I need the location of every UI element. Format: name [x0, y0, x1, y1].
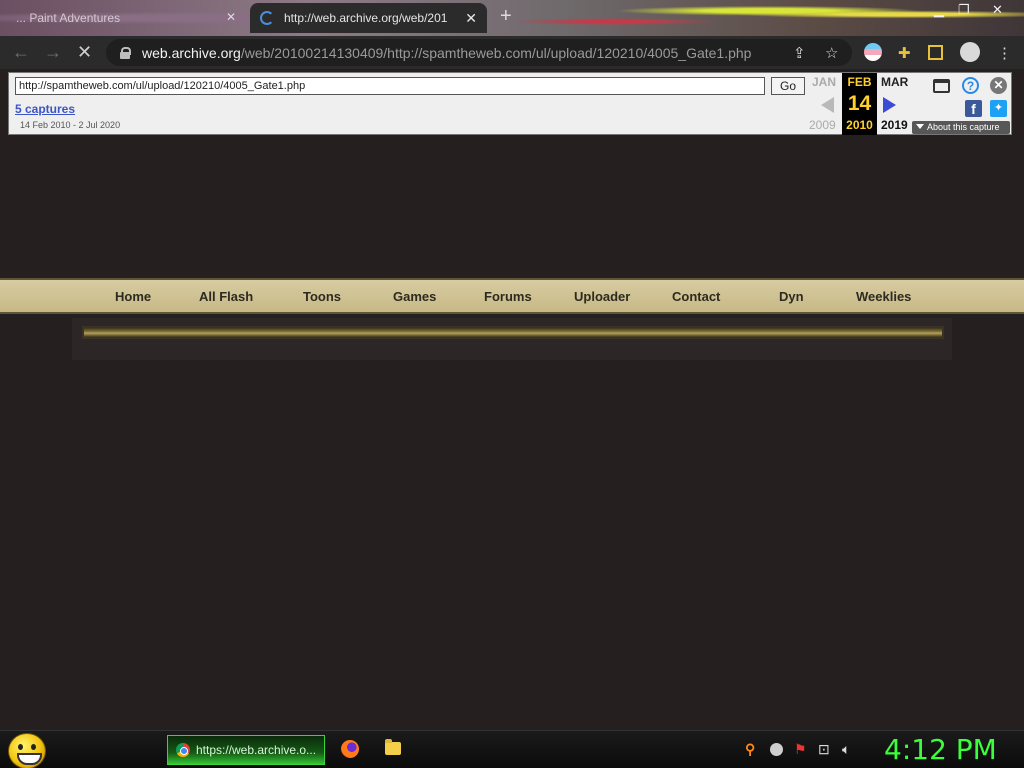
current-capture-date: FEB 14 2010 — [842, 73, 877, 135]
sidebar-icon[interactable] — [928, 45, 943, 60]
tab-title: http://web.archive.org/web/201 — [284, 11, 448, 25]
kebab-menu-icon[interactable]: ⋮ — [997, 44, 1012, 62]
about-capture-button[interactable]: About this capture — [912, 121, 1010, 134]
folder-icon[interactable] — [385, 739, 401, 755]
taskbar-clock[interactable]: 4:12 PM — [884, 733, 997, 766]
current-day: 14 — [847, 92, 872, 115]
stop-loading-icon[interactable]: ✕ — [77, 42, 92, 63]
tab-close-icon[interactable]: ✕ — [465, 10, 477, 27]
back-arrow-icon[interactable]: ← — [12, 42, 30, 63]
site-nav-bar: Home All Flash Toons Games Forums Upload… — [0, 278, 1024, 314]
tab-inactive[interactable]: ... Paint Adventures ✕ — [6, 3, 246, 33]
captures-link[interactable]: 5 captures — [15, 102, 75, 116]
nav-forums[interactable]: Forums — [484, 289, 532, 304]
forward-arrow-icon[interactable]: → — [44, 42, 62, 63]
nav-dyn[interactable]: Dyn — [779, 289, 804, 304]
extensions-puzzle-icon[interactable]: ✚ — [898, 44, 911, 62]
browser-toolbar: ← → ✕ web.archive.org /web/2010021413040… — [0, 36, 1024, 69]
tab-close-icon[interactable]: ✕ — [226, 10, 236, 24]
firefox-icon[interactable] — [341, 740, 359, 758]
nav-toons[interactable]: Toons — [303, 289, 341, 304]
url-path: /web/20100214130409/http://spamtheweb.co… — [240, 44, 752, 61]
content-panel — [72, 318, 952, 360]
chrome-icon — [176, 743, 190, 757]
next-capture-arrow-icon[interactable] — [883, 97, 896, 113]
taskbar-window-label: https://web.archive.o... — [196, 743, 317, 757]
capture-range: 14 Feb 2010 - 2 Jul 2020 — [20, 120, 121, 130]
share-icon[interactable]: ⇪ — [793, 44, 806, 62]
next-year[interactable]: 2019 — [881, 118, 908, 132]
taskbar: https://web.archive.o... ⚲ ⚑ ⊡ 🔈︎ 4:12 P… — [0, 730, 1024, 768]
url-host: web.archive.org — [142, 44, 241, 61]
current-month: FEB — [847, 75, 872, 89]
tab-active[interactable]: http://web.archive.org/web/201 ✕ — [250, 3, 487, 33]
prev-year[interactable]: 2009 — [809, 118, 836, 132]
network-icon[interactable]: ⊡ — [818, 741, 830, 758]
window-close-icon[interactable]: ✕ — [992, 2, 1003, 18]
address-bar[interactable]: web.archive.org /web/20100214130409/http… — [106, 39, 852, 66]
nav-contact[interactable]: Contact — [672, 289, 720, 304]
search-magnifier-icon[interactable]: ⚲ — [745, 741, 755, 758]
next-month[interactable]: MAR — [881, 75, 908, 89]
content-divider-bar — [82, 326, 944, 339]
profile-flag-icon[interactable] — [864, 43, 882, 61]
start-button-smiley-icon[interactable] — [8, 733, 46, 768]
prev-month[interactable]: JAN — [812, 75, 836, 89]
calendar-icon[interactable] — [933, 79, 950, 93]
nav-uploader[interactable]: Uploader — [574, 289, 630, 304]
nav-weeklies[interactable]: Weeklies — [856, 289, 911, 304]
lock-icon[interactable] — [120, 46, 131, 59]
facebook-icon[interactable]: f — [965, 100, 982, 117]
nav-games[interactable]: Games — [393, 289, 436, 304]
wayback-url-input[interactable] — [15, 77, 765, 95]
tab-title: ... Paint Adventures — [16, 11, 121, 25]
loading-spinner-icon — [260, 11, 274, 25]
account-avatar-icon[interactable] — [960, 42, 980, 62]
about-capture-label: About this capture — [927, 122, 1000, 132]
wayback-close-icon[interactable]: ✕ — [990, 77, 1007, 94]
twitter-icon[interactable]: ✦ — [990, 100, 1007, 117]
bookmark-star-icon[interactable]: ☆ — [825, 44, 838, 62]
current-year: 2010 — [846, 118, 873, 132]
volume-icon[interactable]: 🔈︎ — [842, 741, 850, 758]
wayback-go-button[interactable]: Go — [771, 77, 805, 95]
browser-titlebar: ... Paint Adventures ✕ http://web.archiv… — [0, 0, 1024, 36]
action-center-flag-icon[interactable]: ⚑ — [794, 741, 807, 758]
minimize-icon[interactable]: ▁ — [934, 2, 944, 18]
wayback-toolbar: Go 5 captures 14 Feb 2010 - 2 Jul 2020 J… — [8, 72, 1012, 135]
nav-all-flash[interactable]: All Flash — [199, 289, 253, 304]
taskbar-chrome-window[interactable]: https://web.archive.o... — [167, 735, 325, 765]
prev-capture-arrow-icon[interactable] — [821, 97, 834, 113]
nav-home[interactable]: Home — [115, 289, 151, 304]
help-icon[interactable]: ? — [962, 77, 979, 94]
maximize-icon[interactable]: ❐ — [958, 2, 970, 18]
new-tab-icon[interactable]: + — [500, 5, 512, 28]
dropdown-arrow-icon — [916, 124, 924, 129]
tray-status-icon[interactable] — [770, 743, 783, 756]
